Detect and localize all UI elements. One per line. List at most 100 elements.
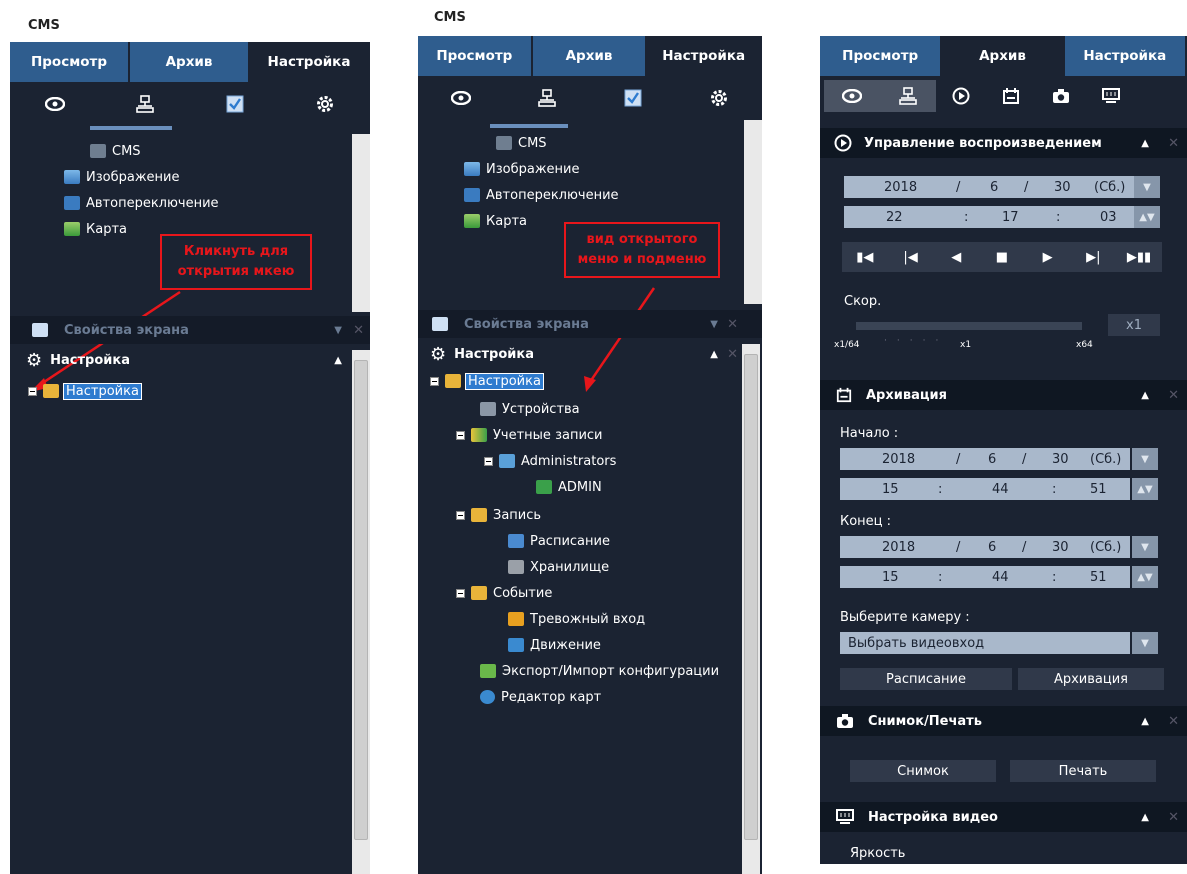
monitor-icon: [836, 809, 854, 825]
collapse-up-icon[interactable]: ▲: [1141, 138, 1149, 149]
collapse-icon[interactable]: [456, 588, 465, 598]
play-icon[interactable]: ▶: [1033, 243, 1063, 271]
tree-item-alarm-input[interactable]: Тревожный вход: [508, 608, 645, 630]
collapse-up-icon[interactable]: ▲: [710, 349, 718, 360]
expand-icon[interactable]: [28, 386, 37, 396]
close-icon[interactable]: ✕: [353, 323, 364, 338]
section-settings-2[interactable]: ⚙ Настройка ▲ ✕: [418, 340, 762, 368]
brightness-label: Яркость: [850, 846, 906, 861]
motion-icon: [508, 638, 524, 652]
speed-max-label: x64: [1076, 340, 1093, 350]
camera-dropdown-button[interactable]: ▼: [1132, 632, 1158, 654]
collapse-down-icon[interactable]: ▼: [710, 319, 718, 330]
section-video-header[interactable]: Настройка видео ▲ ✕: [820, 802, 1187, 832]
close-icon[interactable]: ✕: [727, 317, 738, 332]
start-date-field[interactable]: 2018 / 6 / 30 (Сб.): [840, 448, 1130, 470]
pause-icon[interactable]: ▶▮▮: [1124, 243, 1154, 271]
print-button[interactable]: Печать: [1010, 760, 1156, 782]
close-icon[interactable]: ✕: [1168, 714, 1179, 729]
step-back-icon[interactable]: |◀: [896, 243, 926, 271]
tree-item-admin[interactable]: ADMIN: [536, 476, 602, 498]
minute-value: 17: [1002, 209, 1019, 225]
main-tabs-3: Просмотр Архив Настройка: [820, 36, 1187, 76]
scroll-thumb[interactable]: [354, 360, 368, 840]
collapse-icon[interactable]: [484, 456, 493, 466]
network-icon[interactable]: [880, 80, 936, 112]
close-icon[interactable]: ✕: [1168, 810, 1179, 825]
close-icon[interactable]: ✕: [727, 347, 738, 362]
speed-tick-dots: ·····: [884, 336, 949, 346]
start-time-spin[interactable]: ▲▼: [1132, 478, 1158, 500]
tree-item-storage[interactable]: Хранилище: [508, 556, 609, 578]
tree-item-accounts[interactable]: Учетные записи: [456, 424, 603, 446]
tree-item-map-editor[interactable]: Редактор карт: [480, 686, 601, 708]
end-date-field[interactable]: 2018 / 6 / 30 (Сб.): [840, 536, 1130, 558]
group-icon: [499, 454, 515, 468]
end-time-spin[interactable]: ▲▼: [1132, 566, 1158, 588]
section-settings-1[interactable]: ⚙ Настройка ▲ ✕: [10, 346, 370, 374]
close-icon[interactable]: ✕: [1168, 136, 1179, 151]
collapse-up-icon[interactable]: ▲: [334, 355, 342, 366]
monitor-icon[interactable]: [1086, 82, 1136, 110]
section-screen-props-1[interactable]: Свойства экрана ▼ ✕: [10, 316, 370, 344]
section-screen-props-2[interactable]: Свойства экрана ▼ ✕: [418, 310, 762, 338]
section-snapshot-header[interactable]: Снимок/Печать ▲ ✕: [820, 706, 1187, 736]
section-playback-header[interactable]: Управление воспроизведением ▲ ✕: [820, 128, 1187, 158]
second-value: 03: [1100, 209, 1117, 225]
tree-item-administrators[interactable]: Administrators: [484, 450, 616, 472]
collapse-down-icon[interactable]: ▼: [334, 325, 342, 336]
tree-item-record[interactable]: Запись: [456, 504, 541, 526]
users-icon: [471, 428, 487, 442]
collapse-icon[interactable]: [430, 376, 439, 386]
tree-scrollbar-2[interactable]: [744, 120, 762, 304]
date-separator: /: [956, 451, 961, 467]
scroll-thumb[interactable]: [744, 354, 758, 840]
playback-time-field[interactable]: 22 : 17 : 03: [844, 206, 1134, 228]
tree-item-settings-root[interactable]: Настройка: [28, 380, 142, 402]
close-icon[interactable]: ✕: [1168, 388, 1179, 403]
end-time-field[interactable]: 15 : 44 : 51: [840, 566, 1130, 588]
collapse-up-icon[interactable]: ▲: [1141, 716, 1149, 727]
time-spin-button[interactable]: ▲▼: [1134, 206, 1160, 228]
weekday-value: (Сб.): [1094, 179, 1126, 195]
tab-settings[interactable]: Настройка: [1064, 36, 1185, 76]
end-date-dropdown[interactable]: ▼: [1132, 536, 1158, 558]
first-frame-icon[interactable]: ▮◀: [850, 243, 880, 271]
main-scrollbar-2[interactable]: [742, 344, 760, 874]
date-dropdown-button[interactable]: ▼: [1134, 176, 1160, 198]
archive-icon[interactable]: [986, 82, 1036, 110]
step-forward-icon[interactable]: ▶|: [1078, 243, 1108, 271]
reverse-play-icon[interactable]: ◀: [941, 243, 971, 271]
collapse-icon[interactable]: [456, 510, 465, 520]
stop-icon[interactable]: ■: [987, 243, 1017, 271]
schedule-button[interactable]: Расписание: [840, 668, 1012, 690]
collapse-up-icon[interactable]: ▲: [1141, 390, 1149, 401]
speed-slider[interactable]: [856, 322, 1082, 330]
collapse-icon[interactable]: [456, 430, 465, 440]
collapse-up-icon[interactable]: ▲: [1141, 812, 1149, 823]
section-archive-header[interactable]: Архивация ▲ ✕: [820, 380, 1187, 410]
tree-item-export-import[interactable]: Экспорт/Импорт конфигурации: [480, 660, 719, 682]
tree-scrollbar-1[interactable]: [352, 134, 370, 312]
speed-min-label: x1/64: [834, 340, 860, 350]
camera-select[interactable]: Выбрать видеовход: [840, 632, 1130, 654]
tree-item-settings-root[interactable]: Настройка: [430, 370, 544, 392]
tree-item-devices[interactable]: Устройства: [480, 398, 580, 420]
archive-button[interactable]: Архивация: [1018, 668, 1164, 690]
eye-icon[interactable]: [824, 80, 880, 112]
tree-item-motion[interactable]: Движение: [508, 634, 601, 656]
start-time-field[interactable]: 15 : 44 : 51: [840, 478, 1130, 500]
tab-view[interactable]: Просмотр: [820, 36, 941, 76]
play-circle-icon[interactable]: [936, 82, 986, 110]
tree-item-schedule[interactable]: Расписание: [508, 530, 610, 552]
start-date-dropdown[interactable]: ▼: [1132, 448, 1158, 470]
scroll-thumb[interactable]: [746, 132, 760, 282]
camera-icon[interactable]: [1036, 82, 1086, 110]
playback-date-field[interactable]: 2018 / 6 / 30 (Сб.): [844, 176, 1134, 198]
scroll-thumb[interactable]: [354, 146, 368, 296]
main-scrollbar-1[interactable]: [352, 350, 370, 874]
tree-item-event[interactable]: Событие: [456, 582, 552, 604]
tree-label: Настройка: [63, 382, 142, 400]
tab-archive[interactable]: Архив: [942, 36, 1063, 76]
snapshot-button[interactable]: Снимок: [850, 760, 996, 782]
